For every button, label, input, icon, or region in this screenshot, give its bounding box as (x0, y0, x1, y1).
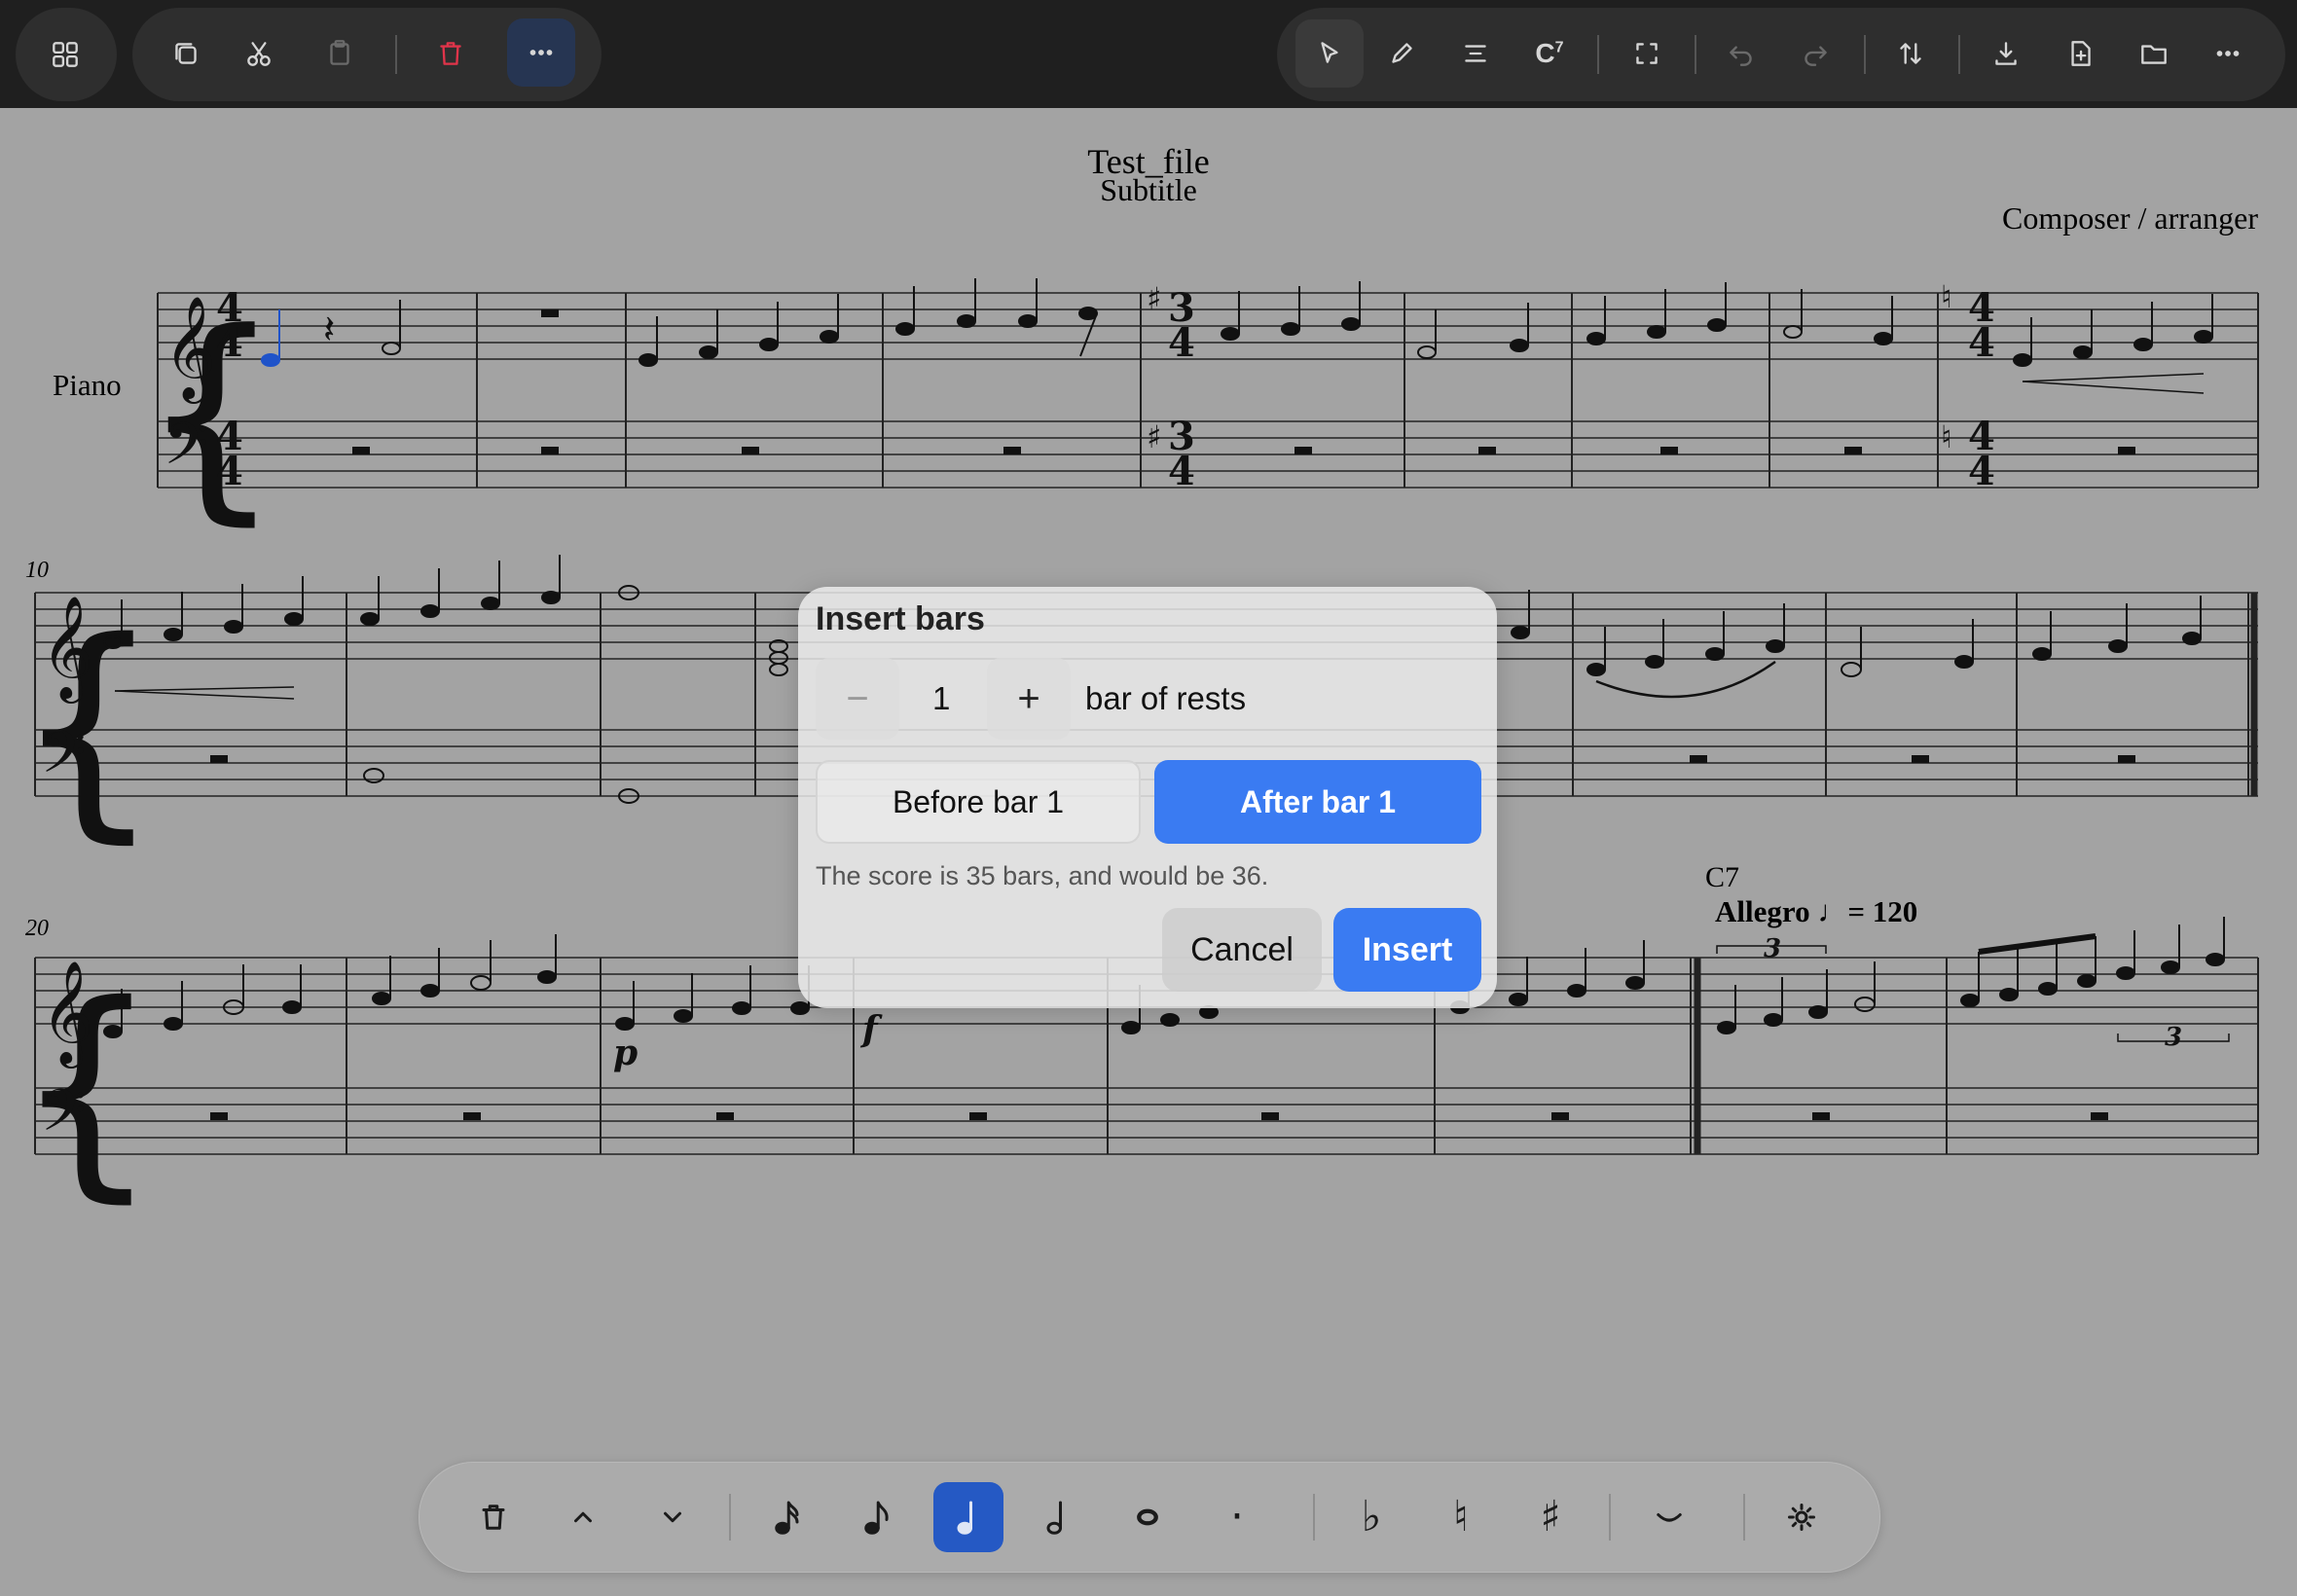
settings-icon[interactable] (1767, 1482, 1837, 1552)
increment-button[interactable]: + (987, 658, 1071, 740)
dot-glyph: · (1230, 1492, 1244, 1542)
trash-icon[interactable] (458, 1482, 529, 1552)
separator (1313, 1494, 1315, 1541)
natural-icon[interactable]: ♮ (1426, 1482, 1496, 1552)
grid-icon[interactable] (31, 20, 99, 89)
separator (1609, 1494, 1611, 1541)
after-bar-button[interactable]: After bar 1 (1154, 760, 1481, 844)
bass-clef: 𝄢 (164, 410, 208, 491)
time-sig: 4 (1968, 320, 1995, 366)
tuplet-number: 3 (2165, 1023, 2182, 1052)
half-note-icon[interactable] (1023, 1482, 1093, 1552)
time-sig: 4 (1168, 320, 1195, 366)
redo-icon[interactable] (1781, 19, 1849, 88)
natural: ♮ (1941, 418, 1951, 455)
down-icon[interactable] (638, 1482, 708, 1552)
bar-unit-label: bar of rests (1085, 680, 1247, 716)
bass-clef: 𝄢 (41, 718, 86, 800)
separator (1958, 35, 1960, 74)
insert-button[interactable]: Insert (1333, 908, 1481, 992)
sharp-icon[interactable]: ♯ (1515, 1482, 1586, 1552)
paste-icon[interactable] (306, 19, 374, 88)
before-bar-button[interactable]: Before bar 1 (816, 760, 1141, 844)
pencil-icon[interactable] (1367, 19, 1436, 88)
download-icon[interactable] (1972, 19, 2040, 88)
cut-icon[interactable] (225, 19, 293, 88)
note-input-bar: · ♭ ♮ ♯ (419, 1462, 1880, 1573)
folder-icon[interactable] (2120, 19, 2188, 88)
time-sig: 4 (216, 449, 243, 494)
flat-glyph: ♭ (1361, 1492, 1382, 1542)
separator (1864, 35, 1866, 74)
dialog-note: The score is 35 bars, and would be 36. (816, 861, 1269, 890)
bar-count: 1 (932, 680, 951, 716)
tuplet-number: 3 (1764, 934, 1781, 963)
copy-icon[interactable] (152, 19, 220, 88)
time-sig: 4 (216, 320, 243, 366)
flat-icon[interactable]: ♭ (1336, 1482, 1406, 1552)
separator (1743, 1494, 1745, 1541)
svg-text:𝄽: 𝄽 (323, 308, 335, 352)
time-sig: 4 (1968, 449, 1995, 494)
up-icon[interactable] (548, 1482, 618, 1552)
notes: 𝄽 (261, 278, 2213, 394)
separator (1597, 35, 1599, 74)
sharp: ♯ (1147, 280, 1161, 317)
eighth-note-icon[interactable] (842, 1482, 912, 1552)
separator (729, 1494, 731, 1541)
separator (395, 35, 397, 74)
dynamic-p: p (613, 1033, 638, 1073)
chord-label: C (1535, 38, 1555, 68)
delete-icon[interactable] (417, 19, 485, 88)
time-sig: 4 (1168, 449, 1195, 494)
dialog-title: Insert bars (816, 600, 985, 637)
whole-note-icon[interactable] (1112, 1482, 1183, 1552)
treble-clef: 𝄞 (41, 595, 93, 704)
separator (1695, 35, 1696, 74)
dynamic-f: f (859, 1009, 883, 1050)
insert-bars-dialog: Insert bars − 1 + bar of rests Before ba… (798, 587, 1497, 1008)
natural: ♮ (1941, 278, 1951, 315)
transpose-icon[interactable] (1877, 19, 1945, 88)
decrement-button[interactable]: − (816, 658, 899, 740)
sharp-glyph: ♯ (1540, 1492, 1561, 1542)
dot-icon[interactable]: · (1202, 1482, 1272, 1552)
treble-clef: 𝄞 (41, 960, 93, 1069)
more-icon[interactable] (507, 18, 575, 87)
chord-sup: 7 (1554, 39, 1564, 56)
bass-clef: 𝄢 (41, 1076, 86, 1158)
quarter-note-icon[interactable] (933, 1482, 1003, 1552)
align-icon[interactable] (1441, 19, 1510, 88)
sharp: ♯ (1147, 418, 1161, 455)
fullscreen-icon[interactable] (1613, 19, 1681, 88)
natural-glyph: ♮ (1453, 1492, 1469, 1542)
new-file-icon[interactable] (2046, 19, 2114, 88)
pointer-icon[interactable] (1295, 19, 1364, 88)
chord-icon[interactable]: C7 (1515, 19, 1584, 88)
top-toolbar: C7 (0, 0, 2297, 108)
cancel-button[interactable]: Cancel (1162, 908, 1322, 992)
sixteenth-note-icon[interactable] (752, 1482, 822, 1552)
more-icon[interactable] (2194, 19, 2262, 88)
tie-icon[interactable] (1634, 1482, 1704, 1552)
undo-icon[interactable] (1707, 19, 1775, 88)
treble-clef: 𝄞 (164, 295, 216, 404)
